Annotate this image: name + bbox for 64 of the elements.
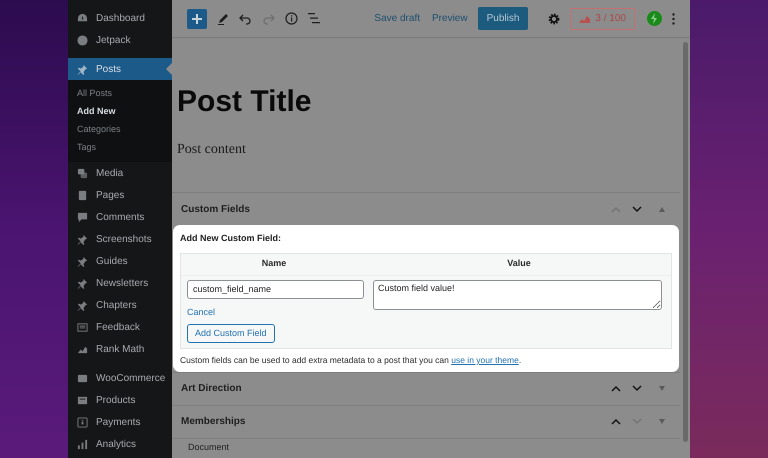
feedback-icon [77, 322, 88, 332]
sidebar-item[interactable]: Comments [68, 206, 172, 228]
sidebar-item[interactable]: Jetpack [68, 29, 172, 51]
submenu-item[interactable]: Add New [68, 103, 172, 121]
panel-title[interactable]: Art Direction [181, 381, 611, 396]
chevron-up-icon[interactable] [611, 385, 621, 392]
plus-icon [192, 14, 202, 24]
theme-link[interactable]: use in your theme [451, 355, 519, 365]
sidebar-item[interactable]: Pages [68, 184, 172, 206]
undo-icon[interactable] [239, 12, 252, 24]
post-title[interactable]: Post Title [177, 84, 312, 120]
pin-icon [77, 300, 88, 310]
info-icon [285, 12, 298, 25]
collapse-icon[interactable] [659, 206, 665, 212]
add-custom-field-button[interactable]: Add Custom Field [187, 324, 275, 343]
chevron-down-icon[interactable] [632, 385, 642, 392]
sidebar-item[interactable]: Guides [68, 250, 172, 272]
sidebar-item[interactable]: Chapters [68, 294, 172, 316]
pencil-icon [217, 12, 229, 24]
sidebar-item[interactable]: Analytics [68, 433, 172, 455]
expand-icon[interactable] [659, 419, 665, 424]
pin-icon [77, 256, 88, 266]
sidebar-item[interactable]: Rank Math [68, 338, 172, 360]
sidebar-item[interactable]: Posts [68, 58, 172, 80]
form-heading: Add New Custom Field: [180, 232, 281, 245]
sidebar-item[interactable]: Payments [68, 411, 172, 433]
gauge-icon [77, 12, 88, 24]
sidebar-item[interactable]: Products [68, 389, 172, 411]
box-icon [77, 394, 88, 406]
sidebar-item[interactable]: Feedback [68, 316, 172, 338]
post-content[interactable]: Post content [177, 139, 246, 160]
cancel-link[interactable]: Cancel [187, 306, 216, 319]
name-input[interactable]: custom_field_name [187, 280, 364, 298]
sidebar-item[interactable]: Media [68, 162, 172, 184]
add-block-button[interactable] [187, 8, 207, 28]
submenu-item[interactable]: Categories [68, 121, 172, 139]
sidebar-item[interactable]: Screenshots [68, 228, 172, 250]
more-options-icon [672, 12, 675, 24]
chart-line-icon [579, 14, 590, 22]
speech-bubble-icon [77, 212, 88, 222]
sidebar-item[interactable]: Dashboard [68, 7, 172, 29]
submenu-item[interactable]: Tags [68, 139, 172, 157]
document-tab[interactable]: Document [188, 442, 230, 452]
settings-icon [548, 12, 560, 24]
media-icon [77, 168, 88, 178]
help-text: Custom fields can be used to add extra metadata to a post that you can use in your theme. [180, 354, 522, 367]
pin-icon [77, 234, 88, 244]
column-header: Name [262, 257, 286, 270]
pages-icon [77, 190, 88, 200]
chevron-down-icon[interactable] [632, 206, 642, 212]
column-header: Value [507, 257, 531, 270]
chevron-up-icon[interactable] [611, 418, 621, 426]
publish-button[interactable]: Publish [478, 7, 528, 30]
panel-title[interactable]: Memberships [181, 414, 611, 430]
sidebar-item[interactable]: WooCommerce [68, 367, 172, 389]
sidebar-item[interactable]: Newsletters [68, 272, 172, 294]
pin-icon [77, 278, 88, 288]
bar-chart-icon [77, 438, 88, 450]
value-textarea[interactable]: Custom field value! [373, 280, 662, 310]
pin-icon [77, 64, 88, 74]
submenu-item[interactable]: All Posts [68, 85, 172, 103]
expand-icon[interactable] [659, 386, 665, 392]
panel-title[interactable]: Custom Fields [181, 202, 611, 216]
list-view-icon [308, 13, 320, 24]
